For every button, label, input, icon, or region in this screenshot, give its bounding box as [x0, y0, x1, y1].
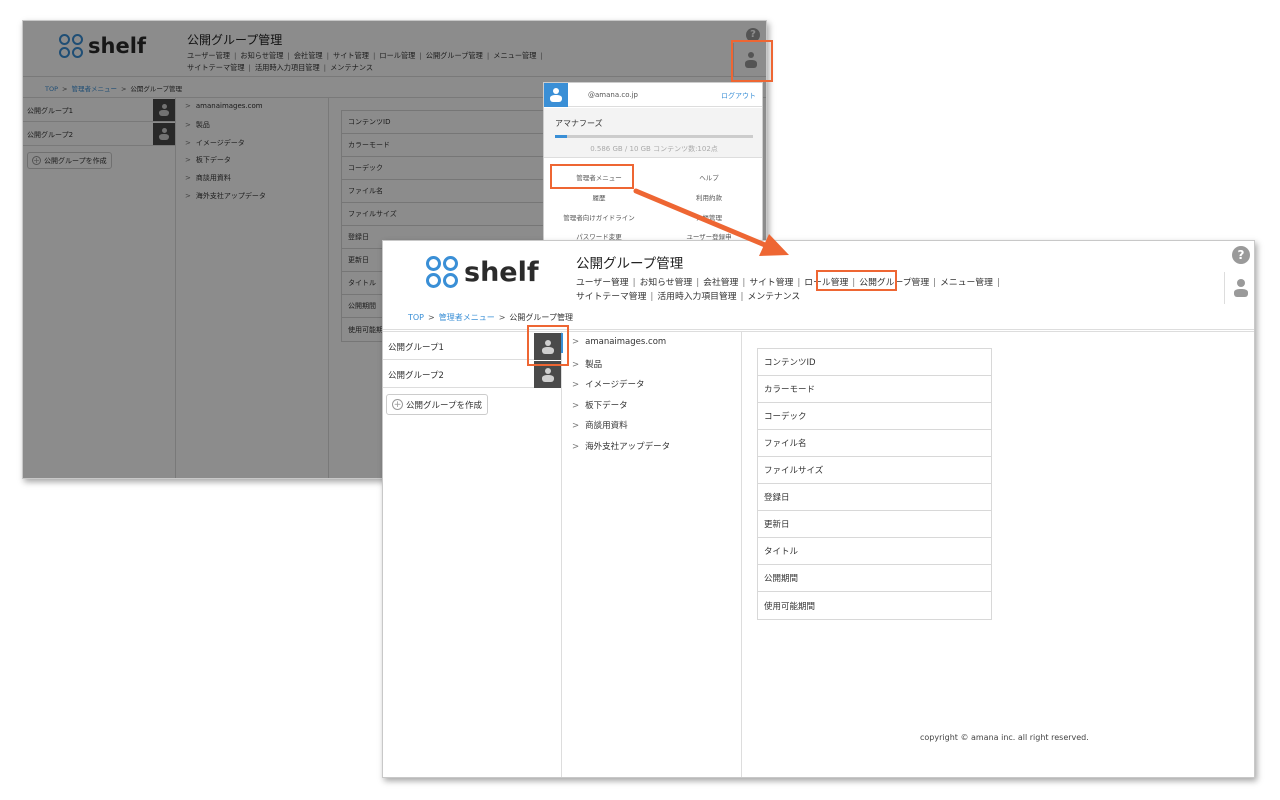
nav-row-1: ユーザー管理 | お知らせ管理 | 会社管理 | サイト管理 | ロール管理 | 公開グループ管理 |… [576, 275, 1004, 288]
logo[interactable]: shelf [426, 256, 539, 288]
tree-item-label: 海外支社アップデータ [585, 442, 671, 452]
property-row: 更新日 [758, 511, 991, 538]
menu-item-history[interactable]: 履歴 [544, 192, 654, 202]
breadcrumb-separator: > [428, 313, 435, 322]
nav-separator: | [740, 292, 744, 302]
breadcrumb: TOP > 管理者メニュー > 公開グループ管理 [408, 312, 573, 323]
nav-site-admin[interactable]: サイト管理 [749, 278, 793, 288]
nav-site-theme-admin[interactable]: サイトテーマ管理 [576, 292, 646, 302]
logout-link[interactable]: ログアウト [721, 91, 756, 101]
breadcrumb-current: 公開グループ管理 [509, 313, 573, 322]
chevron-right-icon: > [572, 442, 580, 452]
nav-separator: | [650, 292, 654, 302]
highlight-admin-menu [550, 164, 634, 189]
chevron-right-icon: > [572, 401, 580, 411]
organization-name: アマナフーズ [555, 119, 603, 128]
group-label: 公開グループ2 [388, 371, 444, 381]
group-label: 公開グループ1 [388, 343, 444, 353]
group-list: 公開グループ1 公開グループ2 + 公開グループを作成 [383, 332, 563, 777]
tree-item[interactable]: > イメージデータ [572, 378, 644, 390]
property-row: コーデック [758, 403, 991, 430]
user-icon [1233, 279, 1248, 297]
help-icon[interactable]: ? [1232, 246, 1250, 264]
user-icon [541, 367, 554, 382]
nav-separator: | [632, 278, 636, 288]
property-row: タイトル [758, 538, 991, 565]
create-group-button[interactable]: + 公開グループを作成 [386, 394, 488, 415]
user-icon [544, 83, 568, 107]
menu-item-address-book[interactable]: ス帳管理 [654, 212, 762, 222]
highlight-user-button [731, 40, 773, 82]
menu-item-admin-guidelines[interactable]: 管理者向けガイドライン [544, 212, 654, 222]
property-row: ファイルサイズ [758, 457, 991, 484]
user-email: @amana.co.jp [588, 91, 638, 99]
content-area: 公開グループ1 公開グループ2 + 公開グループを作成 > amanaimage… [383, 331, 1254, 777]
user-info-row: @amana.co.jp ログアウト [544, 83, 762, 107]
property-table: コンテンツID カラーモード コーデック ファイル名 ファイルサイズ 登録日 更… [757, 348, 992, 620]
nav-input-fields-admin[interactable]: 活用時入力項目管理 [657, 292, 736, 302]
nav-company-admin[interactable]: 会社管理 [703, 278, 738, 288]
storage-usage-text: 0.586 GB / 10 GB コンテンツ数:102点 [590, 145, 718, 153]
breadcrumb-separator: > [498, 313, 506, 322]
menu-item-terms[interactable]: 利用約款 [654, 192, 762, 202]
breadcrumb-admin-menu[interactable]: 管理者メニュー [439, 313, 495, 322]
tree-item-label: イメージデータ [585, 380, 645, 390]
nav-separator: | [797, 278, 801, 288]
highlight-public-group-nav [816, 270, 897, 291]
storage-progress-fill [555, 135, 567, 138]
tree-item-label: 板下データ [585, 401, 628, 411]
chevron-right-icon: > [572, 337, 580, 347]
nav-news-admin[interactable]: お知らせ管理 [640, 278, 693, 288]
tree-item-label: 商談用資料 [585, 421, 628, 431]
user-menu-button[interactable] [1224, 272, 1254, 304]
highlight-group-thumbnail [527, 325, 569, 366]
property-row: カラーモード [758, 376, 991, 403]
breadcrumb-top[interactable]: TOP [408, 313, 424, 322]
tree-item[interactable]: > 商談用資料 [572, 419, 628, 431]
property-row: 使用可能期間 [764, 601, 816, 612]
property-row: ファイル名 [758, 430, 991, 457]
storage-progress-bar [555, 135, 753, 138]
nav-user-admin[interactable]: ユーザー管理 [576, 278, 629, 288]
nav-row-2: サイトテーマ管理 | 活用時入力項目管理 | メンテナンス [576, 289, 800, 302]
chevron-right-icon: > [572, 380, 580, 390]
menu-item-help[interactable]: ヘルプ [654, 172, 762, 182]
front-window: shelf 公開グループ管理 ユーザー管理 | お知らせ管理 | 会社管理 | サイト管理 |… [382, 240, 1255, 778]
page-title: 公開グループ管理 [576, 256, 684, 272]
nav-maintenance[interactable]: メンテナンス [748, 292, 801, 302]
nav-separator: | [933, 278, 937, 288]
create-group-label: 公開グループを作成 [406, 400, 482, 411]
tree-item-label: 製品 [585, 360, 603, 370]
footer-copyright: copyright © amana inc. all right reserve… [920, 733, 1089, 742]
property-row: 公開期間 [758, 565, 991, 592]
nav-separator: | [996, 278, 1000, 288]
folder-tree: > amanaimages.com > 製品 > イメージデータ > 板下データ > 商談… [562, 332, 742, 777]
plus-icon: + [392, 399, 403, 410]
tree-item[interactable]: > 製品 [572, 358, 602, 370]
nav-menu-admin[interactable]: メニュー管理 [940, 278, 993, 288]
storage-quota: アマナフーズ 0.586 GB / 10 GB コンテンツ数:102点 [544, 108, 762, 158]
nav-separator: | [742, 278, 746, 288]
tree-item[interactable]: > amanaimages.com [572, 337, 666, 347]
property-row: 登録日 [758, 484, 991, 511]
logo-icon [426, 256, 458, 288]
tree-item[interactable]: > 海外支社アップデータ [572, 440, 670, 452]
chevron-right-icon: > [572, 421, 580, 431]
property-row: コンテンツID [758, 349, 991, 376]
logo-text: shelf [464, 256, 539, 288]
chevron-right-icon: > [572, 360, 580, 370]
tree-item-label: amanaimages.com [585, 337, 667, 347]
nav-separator: | [696, 278, 700, 288]
tree-item[interactable]: > 板下データ [572, 399, 628, 411]
tutorial-screenshot: shelf 公開グループ管理 ユーザー管理 | お知らせ管理 | 会社管理 | サイト管理 |… [0, 0, 1280, 800]
